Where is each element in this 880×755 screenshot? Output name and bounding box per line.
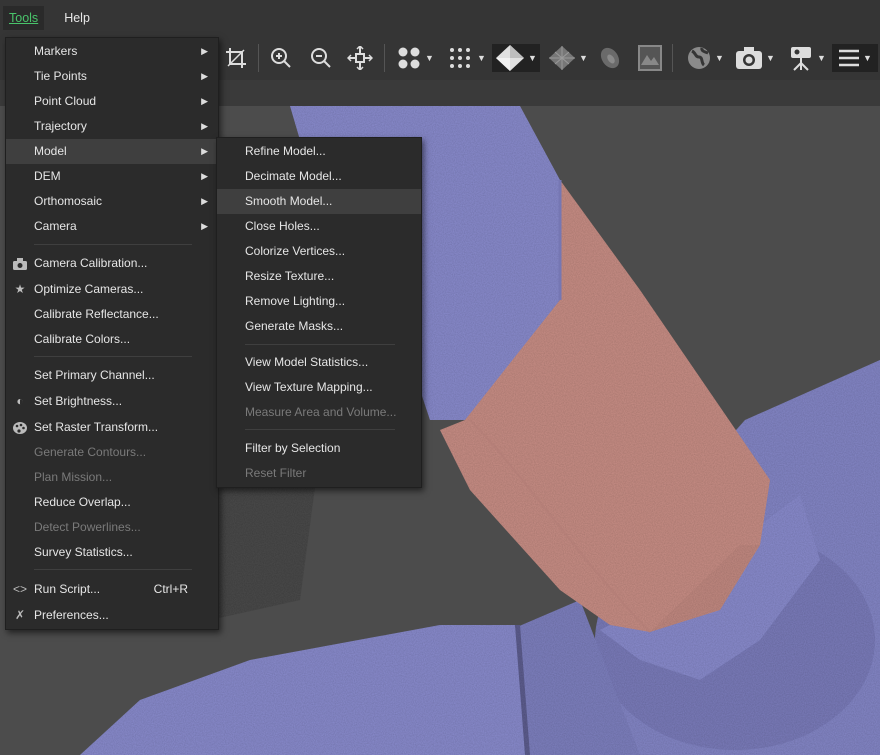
menu-item-colorize-vertices[interactable]: Colorize Vertices... [217, 239, 421, 264]
crop-icon[interactable] [222, 44, 250, 72]
code-icon: <> [12, 582, 27, 596]
menu-item-reduce-overlap[interactable]: Reduce Overlap... [6, 490, 218, 515]
model-texture-icon[interactable]: ▼ [546, 44, 590, 72]
menu-item-decimate-model[interactable]: Decimate Model... [217, 164, 421, 189]
dense-cloud-icon[interactable]: ▼ [444, 44, 490, 72]
menu-item-point-cloud[interactable]: Point Cloud ▶ [6, 89, 218, 114]
menu-separator [34, 569, 192, 570]
menu-help[interactable]: Help [58, 6, 96, 30]
menu-item-plan-mission: Plan Mission... [34, 470, 113, 484]
menu-item-markers[interactable]: Markers ▶ [6, 39, 218, 64]
chevron-right-icon: ▶ [201, 46, 208, 56]
dem-icon[interactable] [636, 44, 664, 72]
pan-icon[interactable] [345, 44, 375, 72]
tiled-model-icon[interactable] [596, 44, 624, 72]
model-submenu: Refine Model... Decimate Model... Smooth… [216, 137, 422, 488]
globe-icon[interactable]: ▼ [682, 44, 728, 72]
menu-item-view-model-statistics[interactable]: View Model Statistics... [217, 350, 421, 375]
menu-item-calibrate-colors[interactable]: Calibrate Colors... [6, 327, 218, 352]
chevron-right-icon: ▶ [201, 121, 208, 131]
menu-item-model[interactable]: Model ▶ [6, 139, 218, 164]
menu-item-calibrate-reflectance[interactable]: Calibrate Reflectance... [6, 302, 218, 327]
menu-item-smooth-model[interactable]: Smooth Model... [217, 189, 421, 214]
menu-separator [245, 344, 395, 345]
shortcut-label: Ctrl+R [153, 582, 188, 596]
menu-item-detect-powerlines: Detect Powerlines... [34, 520, 141, 534]
menu-icon[interactable]: ▼ [832, 44, 878, 72]
menu-item-preferences[interactable]: ✗ Preferences... [6, 603, 218, 628]
menu-item-camera-calibration[interactable]: Camera Calibration... [6, 251, 218, 276]
menu-item-dem[interactable]: DEM ▶ [6, 164, 218, 189]
menu-item-close-holes[interactable]: Close Holes... [217, 214, 421, 239]
menu-item-set-raster-transform[interactable]: Set Raster Transform... [6, 415, 218, 440]
menu-separator [34, 356, 192, 357]
menu-item-trajectory[interactable]: Trajectory ▶ [6, 114, 218, 139]
chevron-right-icon: ▶ [201, 96, 208, 106]
menu-item-filter-by-selection[interactable]: Filter by Selection [217, 436, 421, 461]
menu-separator [245, 429, 395, 430]
model-solid-icon[interactable]: ▼ [492, 44, 540, 72]
camera-icon[interactable]: ▼ [732, 44, 778, 72]
menu-item-measure-area-volume: Measure Area and Volume... [245, 405, 397, 419]
chevron-right-icon: ▶ [201, 221, 208, 231]
zoom-in-icon[interactable] [267, 44, 295, 72]
chevron-right-icon: ▶ [201, 71, 208, 81]
wrench-icon: ✗ [14, 608, 26, 622]
tools-menu: Markers ▶ Tie Points ▶ Point Cloud ▶ Trajec… [5, 37, 219, 630]
menu-item-set-brightness[interactable]: ◐ Set Brightness... [6, 389, 218, 414]
menu-item-set-primary-channel[interactable]: Set Primary Channel... [6, 363, 218, 388]
menu-separator [34, 244, 192, 245]
menu-item-run-script[interactable]: <> Run Script... Ctrl+R [6, 577, 218, 602]
zoom-out-icon[interactable] [307, 44, 335, 72]
menu-item-view-texture-mapping[interactable]: View Texture Mapping... [217, 375, 421, 400]
chevron-right-icon: ▶ [201, 171, 208, 181]
menu-item-optimize-cameras[interactable]: ★ Optimize Cameras... [6, 277, 218, 302]
menu-item-generate-contours: Generate Contours... [34, 445, 147, 459]
menu-item-camera[interactable]: Camera ▶ [6, 214, 218, 239]
chevron-right-icon: ▶ [201, 146, 208, 156]
menu-item-refine-model[interactable]: Refine Model... [217, 139, 421, 164]
menu-item-reset-filter: Reset Filter [245, 466, 307, 480]
camera-icon [12, 251, 28, 276]
palette-icon [12, 415, 28, 440]
chevron-right-icon: ▶ [201, 196, 208, 206]
survey-camera-icon[interactable]: ▼ [784, 44, 830, 72]
menu-bar: Tools Help [0, 0, 880, 36]
menu-tools[interactable]: Tools [3, 6, 45, 30]
menu-item-generate-masks[interactable]: Generate Masks... [217, 314, 421, 339]
menu-item-remove-lighting[interactable]: Remove Lighting... [217, 289, 421, 314]
star-icon: ★ [14, 282, 26, 296]
menu-item-orthomosaic[interactable]: Orthomosaic ▶ [6, 189, 218, 214]
menu-item-resize-texture[interactable]: Resize Texture... [217, 264, 421, 289]
menu-item-tie-points[interactable]: Tie Points ▶ [6, 64, 218, 89]
point-cloud-icon[interactable]: ▼ [392, 44, 438, 72]
menu-item-survey-statistics[interactable]: Survey Statistics... [6, 540, 218, 565]
contrast-icon: ◐ [16, 394, 24, 408]
